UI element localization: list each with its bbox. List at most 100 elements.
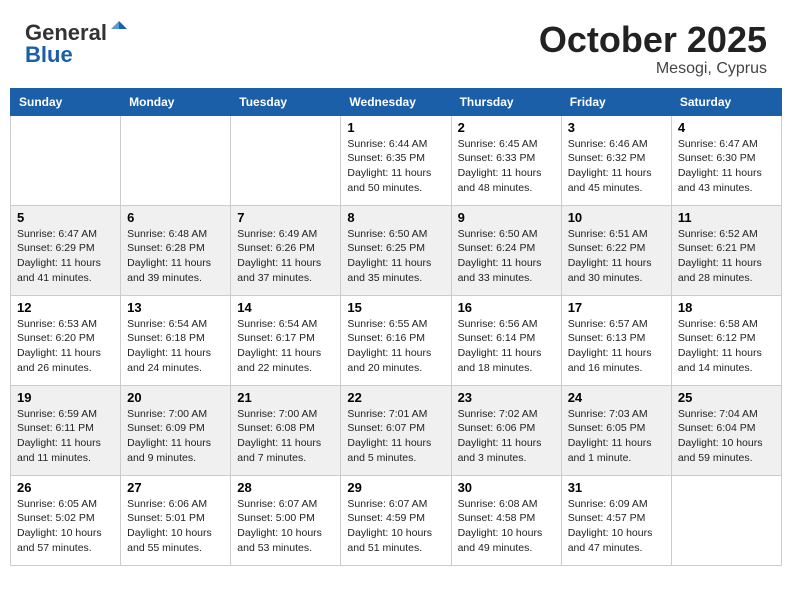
- day-number: 22: [347, 390, 444, 405]
- col-friday: Friday: [561, 88, 671, 115]
- calendar-cell: 11 Sunrise: 6:52 AM Sunset: 6:21 PM Dayli…: [671, 205, 781, 295]
- calendar-cell: 9Sunrise: 6:50 AM Sunset: 6:24 PM Daylig…: [451, 205, 561, 295]
- col-monday: Monday: [121, 88, 231, 115]
- day-info: Sunrise: 6:51 AM Sunset: 6:22 PM Dayligh…: [568, 227, 665, 286]
- day-info: Sunrise: 7:00 AM Sunset: 6:08 PM Dayligh…: [237, 407, 334, 466]
- day-info: Sunrise: 6:56 AM Sunset: 6:14 PM Dayligh…: [458, 317, 555, 376]
- calendar-cell: 7 Sunrise: 6:49 AM Sunset: 6:26 PM Daylig…: [231, 205, 341, 295]
- logo-icon: [109, 19, 129, 39]
- day-info: Sunrise: 6:48 AM Sunset: 6:28 PM Dayligh…: [127, 227, 224, 286]
- day-info: Sunrise: 6:44 AM Sunset: 6:35 PM Dayligh…: [347, 137, 444, 196]
- calendar-cell: 12 Sunrise: 6:53 AM Sunset: 6:20 PM Dayli…: [11, 295, 121, 385]
- day-info: Sunrise: 6:05 AM Sunset: 5:02 PM Dayligh…: [17, 497, 114, 556]
- day-info: Sunrise: 6:59 AM Sunset: 6:11 PM Dayligh…: [17, 407, 114, 466]
- day-number: 10: [568, 210, 665, 225]
- calendar-cell: 8Sunrise: 6:50 AM Sunset: 6:25 PM Daylig…: [341, 205, 451, 295]
- calendar-cell: 4 Sunrise: 6:47 AM Sunset: 6:30 PM Daylig…: [671, 115, 781, 205]
- day-number: 2: [458, 120, 555, 135]
- calendar-cell: 1 Sunrise: 6:44 AM Sunset: 6:35 PM Daylig…: [341, 115, 451, 205]
- day-info: Sunrise: 7:03 AM Sunset: 6:05 PM Dayligh…: [568, 407, 665, 466]
- day-number: 4: [678, 120, 775, 135]
- calendar-cell: 26 Sunrise: 6:05 AM Sunset: 5:02 PM Dayli…: [11, 475, 121, 565]
- day-number: 14: [237, 300, 334, 315]
- day-number: 6: [127, 210, 224, 225]
- day-info: Sunrise: 7:04 AM Sunset: 6:04 PM Dayligh…: [678, 407, 775, 466]
- day-number: 12: [17, 300, 114, 315]
- calendar-cell: 27Sunrise: 6:06 AM Sunset: 5:01 PM Dayli…: [121, 475, 231, 565]
- day-info: Sunrise: 6:52 AM Sunset: 6:21 PM Dayligh…: [678, 227, 775, 286]
- calendar-cell: [231, 115, 341, 205]
- day-info: Sunrise: 6:47 AM Sunset: 6:30 PM Dayligh…: [678, 137, 775, 196]
- day-number: 1: [347, 120, 444, 135]
- col-tuesday: Tuesday: [231, 88, 341, 115]
- calendar-cell: 3 Sunrise: 6:46 AM Sunset: 6:32 PM Daylig…: [561, 115, 671, 205]
- page-header: General Blue October 2025 Mesogi, Cyprus: [10, 10, 782, 83]
- calendar-cell: 15Sunrise: 6:55 AM Sunset: 6:16 PM Dayli…: [341, 295, 451, 385]
- day-info: Sunrise: 6:07 AM Sunset: 4:59 PM Dayligh…: [347, 497, 444, 556]
- month-title: October 2025 Mesogi, Cyprus: [539, 20, 767, 78]
- day-number: 25: [678, 390, 775, 405]
- calendar-week-2: 5 Sunrise: 6:47 AM Sunset: 6:29 PM Daylig…: [11, 205, 782, 295]
- day-info: Sunrise: 6:46 AM Sunset: 6:32 PM Dayligh…: [568, 137, 665, 196]
- day-info: Sunrise: 6:54 AM Sunset: 6:18 PM Dayligh…: [127, 317, 224, 376]
- calendar-cell: 2 Sunrise: 6:45 AM Sunset: 6:33 PM Daylig…: [451, 115, 561, 205]
- calendar-cell: 10 Sunrise: 6:51 AM Sunset: 6:22 PM Dayli…: [561, 205, 671, 295]
- calendar-cell: 16 Sunrise: 6:56 AM Sunset: 6:14 PM Dayli…: [451, 295, 561, 385]
- calendar-cell: 20 Sunrise: 7:00 AM Sunset: 6:09 PM Dayli…: [121, 385, 231, 475]
- day-number: 17: [568, 300, 665, 315]
- day-info: Sunrise: 6:45 AM Sunset: 6:33 PM Dayligh…: [458, 137, 555, 196]
- col-wednesday: Wednesday: [341, 88, 451, 115]
- day-number: 11: [678, 210, 775, 225]
- calendar-cell: [121, 115, 231, 205]
- day-number: 23: [458, 390, 555, 405]
- day-number: 13: [127, 300, 224, 315]
- calendar-cell: 18 Sunrise: 6:58 AM Sunset: 6:12 PM Dayli…: [671, 295, 781, 385]
- calendar-cell: 22Sunrise: 7:01 AM Sunset: 6:07 PM Dayli…: [341, 385, 451, 475]
- col-sunday: Sunday: [11, 88, 121, 115]
- calendar-week-3: 12 Sunrise: 6:53 AM Sunset: 6:20 PM Dayli…: [11, 295, 782, 385]
- col-thursday: Thursday: [451, 88, 561, 115]
- day-number: 18: [678, 300, 775, 315]
- calendar-cell: 5 Sunrise: 6:47 AM Sunset: 6:29 PM Daylig…: [11, 205, 121, 295]
- calendar-cell: 13 Sunrise: 6:54 AM Sunset: 6:18 PM Dayli…: [121, 295, 231, 385]
- calendar-cell: 29Sunrise: 6:07 AM Sunset: 4:59 PM Dayli…: [341, 475, 451, 565]
- day-number: 5: [17, 210, 114, 225]
- day-info: Sunrise: 6:53 AM Sunset: 6:20 PM Dayligh…: [17, 317, 114, 376]
- calendar-cell: 31Sunrise: 6:09 AM Sunset: 4:57 PM Dayli…: [561, 475, 671, 565]
- calendar-header: Sunday Monday Tuesday Wednesday Thursday…: [11, 88, 782, 115]
- calendar-cell: 17 Sunrise: 6:57 AM Sunset: 6:13 PM Dayli…: [561, 295, 671, 385]
- weekday-row: Sunday Monday Tuesday Wednesday Thursday…: [11, 88, 782, 115]
- calendar-cell: 25 Sunrise: 7:04 AM Sunset: 6:04 PM Dayli…: [671, 385, 781, 475]
- day-info: Sunrise: 6:49 AM Sunset: 6:26 PM Dayligh…: [237, 227, 334, 286]
- day-number: 20: [127, 390, 224, 405]
- calendar-body: 1 Sunrise: 6:44 AM Sunset: 6:35 PM Daylig…: [11, 115, 782, 565]
- day-number: 19: [17, 390, 114, 405]
- calendar-cell: 23 Sunrise: 7:02 AM Sunset: 6:06 PM Dayli…: [451, 385, 561, 475]
- calendar-cell: 30Sunrise: 6:08 AM Sunset: 4:58 PM Dayli…: [451, 475, 561, 565]
- day-number: 16: [458, 300, 555, 315]
- day-number: 9: [458, 210, 555, 225]
- calendar-table: Sunday Monday Tuesday Wednesday Thursday…: [10, 88, 782, 566]
- day-info: Sunrise: 6:47 AM Sunset: 6:29 PM Dayligh…: [17, 227, 114, 286]
- logo: General Blue: [25, 20, 129, 68]
- day-info: Sunrise: 6:07 AM Sunset: 5:00 PM Dayligh…: [237, 497, 334, 556]
- col-saturday: Saturday: [671, 88, 781, 115]
- day-number: 24: [568, 390, 665, 405]
- day-info: Sunrise: 7:02 AM Sunset: 6:06 PM Dayligh…: [458, 407, 555, 466]
- calendar-cell: 24 Sunrise: 7:03 AM Sunset: 6:05 PM Dayli…: [561, 385, 671, 475]
- day-number: 31: [568, 480, 665, 495]
- day-info: Sunrise: 7:00 AM Sunset: 6:09 PM Dayligh…: [127, 407, 224, 466]
- calendar-week-5: 26 Sunrise: 6:05 AM Sunset: 5:02 PM Dayli…: [11, 475, 782, 565]
- calendar-cell: 19 Sunrise: 6:59 AM Sunset: 6:11 PM Dayli…: [11, 385, 121, 475]
- day-number: 28: [237, 480, 334, 495]
- day-info: Sunrise: 6:50 AM Sunset: 6:25 PM Dayligh…: [347, 227, 444, 286]
- location: Mesogi, Cyprus: [539, 60, 767, 78]
- day-number: 26: [17, 480, 114, 495]
- day-number: 3: [568, 120, 665, 135]
- day-info: Sunrise: 6:58 AM Sunset: 6:12 PM Dayligh…: [678, 317, 775, 376]
- day-info: Sunrise: 6:06 AM Sunset: 5:01 PM Dayligh…: [127, 497, 224, 556]
- day-number: 7: [237, 210, 334, 225]
- day-info: Sunrise: 6:57 AM Sunset: 6:13 PM Dayligh…: [568, 317, 665, 376]
- calendar-cell: 6 Sunrise: 6:48 AM Sunset: 6:28 PM Daylig…: [121, 205, 231, 295]
- calendar-cell: [671, 475, 781, 565]
